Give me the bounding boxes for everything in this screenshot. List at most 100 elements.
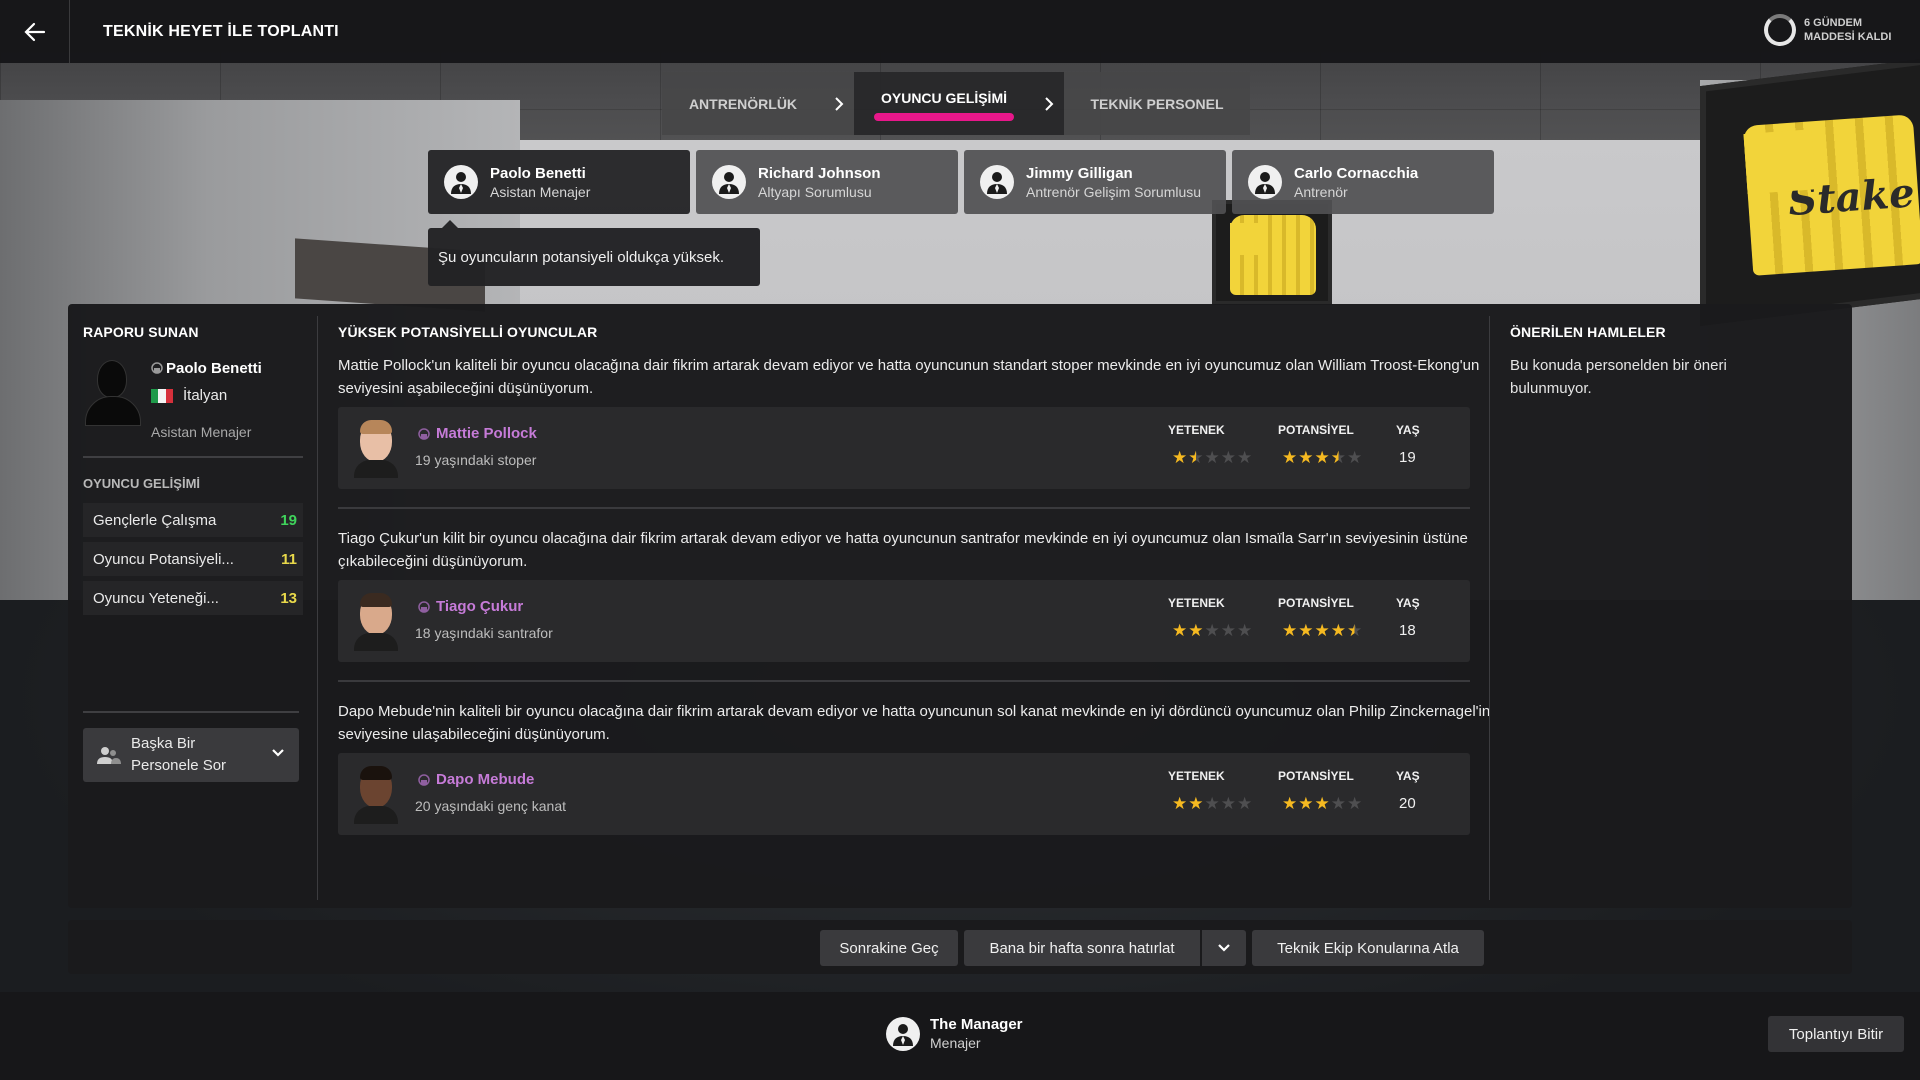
divider	[338, 507, 1470, 509]
report-panel: RAPORU SUNAN Paolo Benetti İtalyan Asist…	[68, 304, 1852, 908]
manager-info: The Manager Menajer	[886, 1016, 1023, 1051]
player-card[interactable]: Tiago Çukur 18 yaşındaki santrafor YETEN…	[338, 580, 1470, 662]
jersey-sponsor-logo: Stake	[1786, 169, 1917, 226]
attribute-list: Gençlerle Çalışma 19 Oyuncu Potansiyeli..…	[83, 503, 303, 615]
star-icon: ★	[1172, 448, 1188, 468]
staff-name: Richard Johnson	[758, 164, 881, 182]
divider	[83, 711, 299, 713]
back-button[interactable]	[0, 0, 70, 63]
page-title: TEKNİK HEYET İLE TOPLANTI	[103, 22, 339, 40]
report-heading: YÜKSEK POTANSİYELLİ OYUNCULAR	[338, 324, 598, 340]
player-name-link[interactable]: Tiago Çukur	[418, 598, 523, 615]
player-name-link[interactable]: Mattie Pollock	[418, 425, 537, 442]
star-icon: ★	[1347, 794, 1363, 814]
presenter-info: Paolo Benetti İtalyan	[83, 358, 303, 426]
agenda-counter[interactable]: 6 GÜNDEM MADDESİ KALDI	[1764, 14, 1904, 46]
player-age: 19	[1399, 449, 1416, 466]
end-meeting-button[interactable]: Toplantıyı Bitir	[1768, 1016, 1904, 1052]
suggestions-text: Bu konuda personelden bir öneri bulunmuy…	[1510, 357, 1727, 397]
ability-stars: ★ ★ ★ ★ ★	[1172, 622, 1252, 640]
progress-ring-icon	[1764, 14, 1796, 46]
column-divider	[1489, 316, 1490, 900]
jersey-small	[1230, 215, 1316, 295]
presenter-nationality: İtalyan	[151, 387, 262, 404]
attribute-row[interactable]: Oyuncu Potansiyeli... 11	[83, 542, 303, 576]
jump-to-staff-topics-button[interactable]: Teknik Ekip Konularına Atla	[1252, 930, 1484, 966]
chevron-right-icon	[1034, 72, 1064, 135]
arrow-left-icon	[23, 22, 45, 41]
star-icon: ★	[1172, 794, 1188, 814]
staff-card[interactable]: Carlo Cornacchia Antrenör	[1232, 150, 1494, 214]
tab-label: ANTRENÖRLÜK	[688, 95, 798, 112]
staff-name: Paolo Benetti	[490, 164, 586, 182]
staff-selector: Paolo Benetti Asistan Menajer Richard Joh…	[428, 150, 1494, 214]
presenter-column: RAPORU SUNAN Paolo Benetti İtalyan Asist…	[68, 304, 318, 908]
attribute-value: 19	[280, 511, 297, 529]
star-icon: ★	[1282, 794, 1298, 814]
ask-other-staff-button[interactable]: Başka Bir Personele Sor	[83, 728, 299, 782]
staff-role: Altyapı Sorumlusu	[758, 183, 872, 200]
star-icon: ★	[1330, 448, 1346, 468]
star-icon: ★	[1204, 621, 1220, 641]
potential-header: POTANSİYEL	[1278, 769, 1354, 783]
star-icon: ★	[1204, 794, 1220, 814]
presenter-heading: RAPORU SUNAN	[83, 324, 199, 340]
staff-card[interactable]: Jimmy Gilligan Antrenör Gelişim Sorumlusu	[964, 150, 1226, 214]
staff-badge-icon	[418, 773, 430, 786]
attribute-label: Oyuncu Potansiyeli...	[93, 550, 234, 568]
tab-player-development[interactable]: OYUNCU GELİŞİMİ	[854, 72, 1034, 135]
bottom-bar: The Manager Menajer Toplantıyı Bitir	[0, 992, 1920, 1080]
person-icon	[444, 165, 478, 199]
staff-card[interactable]: Paolo Benetti Asistan Menajer	[428, 150, 690, 214]
chevron-down-icon	[272, 749, 284, 757]
player-age: 18	[1399, 622, 1416, 639]
star-icon: ★	[1220, 448, 1236, 468]
attribute-label: Oyuncu Yeteneği...	[93, 589, 219, 607]
active-tab-indicator	[874, 113, 1014, 121]
person-icon	[1248, 165, 1282, 199]
player-card[interactable]: Mattie Pollock 19 yaşındaki stoper YETEN…	[338, 407, 1470, 489]
manager-name: The Manager	[930, 1016, 1023, 1033]
player-card[interactable]: Dapo Mebude 20 yaşındaki genç kanat YETE…	[338, 753, 1470, 835]
person-icon	[980, 165, 1014, 199]
staff-card[interactable]: Richard Johnson Altyapı Sorumlusu	[696, 150, 958, 214]
ask-line-2: Personele Sor	[131, 757, 227, 774]
remind-options-dropdown[interactable]	[1202, 930, 1246, 966]
tab-technical-staff[interactable]: TEKNİK PERSONEL	[1064, 72, 1250, 135]
star-icon: ★	[1347, 448, 1363, 468]
ability-stars: ★ ★ ★ ★ ★	[1172, 449, 1252, 467]
presenter-role: Asistan Menajer	[151, 424, 252, 440]
agenda-count: 6 GÜNDEM	[1804, 17, 1863, 29]
attribute-value: 11	[281, 550, 297, 568]
player-description: 20 yaşındaki genç kanat	[415, 798, 566, 814]
age-header: YAŞ	[1396, 423, 1420, 437]
report-paragraph: Tiago Çukur'un kilit bir oyuncu olacağın…	[338, 530, 1468, 570]
person-icon	[886, 1016, 920, 1051]
tab-label: TEKNİK PERSONEL	[1090, 95, 1224, 112]
manager-role: Menajer	[930, 1035, 981, 1051]
player-description: 18 yaşındaki santrafor	[415, 625, 553, 641]
staff-role: Asistan Menajer	[490, 183, 591, 200]
tab-coaching[interactable]: ANTRENÖRLÜK	[662, 72, 824, 135]
ability-stars: ★ ★ ★ ★ ★	[1172, 795, 1252, 813]
age-header: YAŞ	[1396, 596, 1420, 610]
attribute-row[interactable]: Gençlerle Çalışma 19	[83, 503, 303, 537]
attribute-row[interactable]: Oyuncu Yeteneği... 13	[83, 581, 303, 615]
player-face-icon	[354, 591, 398, 651]
skip-next-button[interactable]: Sonrakine Geç	[820, 930, 958, 966]
top-bar: TEKNİK HEYET İLE TOPLANTI 6 GÜNDEM MADDE…	[0, 0, 1920, 63]
remind-later-button[interactable]: Bana bir hafta sonra hatırlat	[964, 930, 1200, 966]
star-icon: ★	[1188, 794, 1204, 814]
presenter-name-link[interactable]: Paolo Benetti	[151, 360, 262, 377]
star-icon: ★	[1172, 621, 1188, 641]
divider	[83, 456, 303, 458]
attribute-section-heading: OYUNCU GELİŞİMİ	[83, 476, 201, 491]
player-name: Mattie Pollock	[436, 425, 537, 442]
column-divider	[317, 316, 318, 900]
chevron-down-icon	[1218, 944, 1230, 952]
player-name-link[interactable]: Dapo Mebude	[418, 771, 534, 788]
staff-role: Antrenör	[1294, 183, 1348, 200]
button-label: Toplantıyı Bitir	[1788, 1025, 1884, 1043]
star-icon: ★	[1188, 621, 1204, 641]
star-icon: ★	[1282, 621, 1298, 641]
